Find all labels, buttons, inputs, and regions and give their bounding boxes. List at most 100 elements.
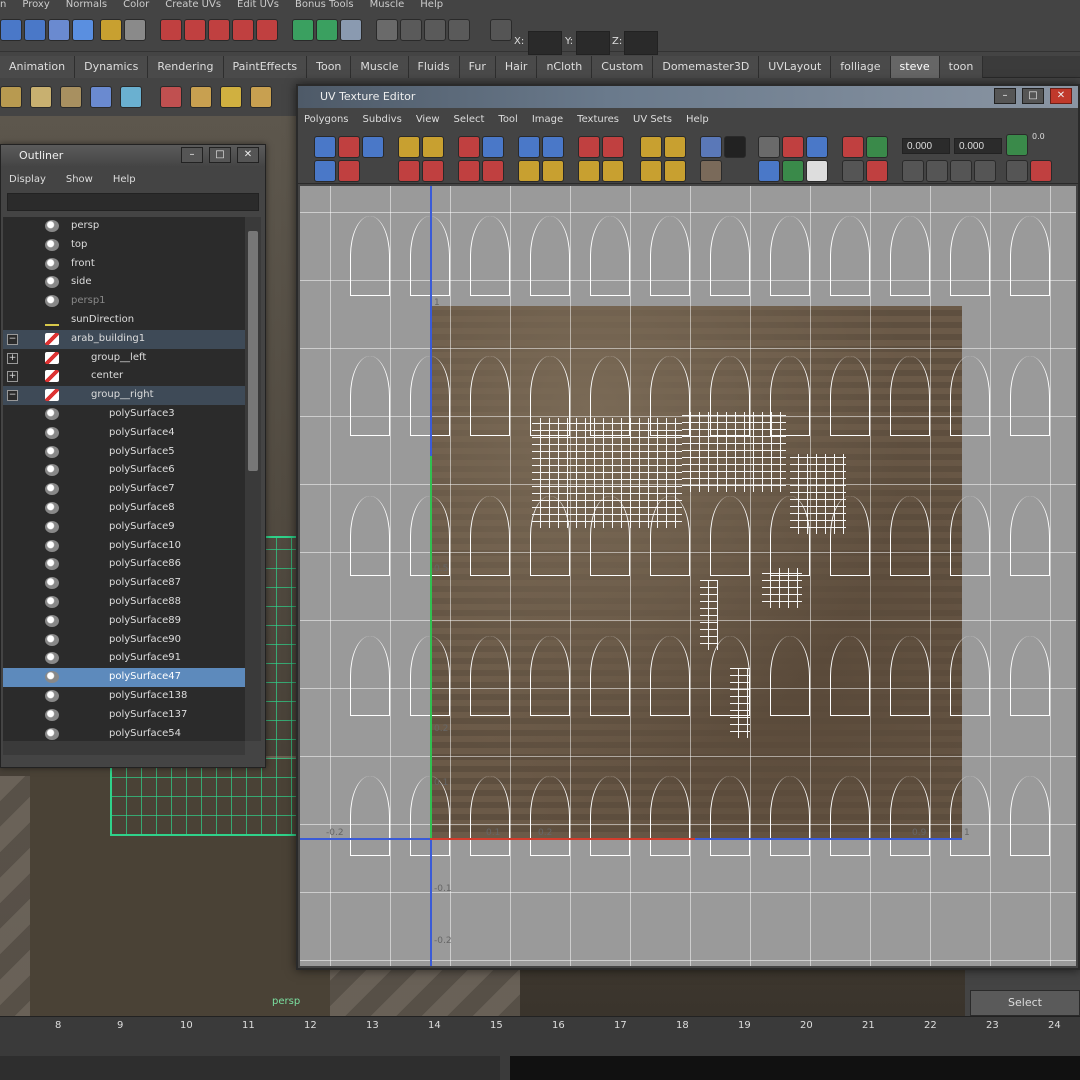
texture-borders-icon[interactable] — [758, 160, 780, 182]
shelf-tool-icon[interactable] — [160, 86, 182, 108]
tab-uvlayout[interactable]: UVLayout — [759, 56, 832, 78]
grid-toggle-icon[interactable] — [758, 136, 780, 158]
outliner-item[interactable]: sunDirection — [3, 311, 245, 330]
minimize-icon[interactable]: – — [994, 88, 1016, 104]
uv-smudge-icon[interactable] — [362, 136, 384, 158]
outliner-item[interactable]: polySurface9 — [3, 518, 245, 537]
outliner-item[interactable]: polySurface137 — [3, 706, 245, 725]
y-field[interactable] — [576, 31, 610, 55]
tab-animation[interactable]: Animation — [0, 56, 76, 78]
outliner-scrollbar[interactable] — [245, 217, 261, 741]
ipr-render-icon[interactable] — [424, 19, 446, 41]
outliner-item[interactable]: − arab_building1 — [3, 329, 245, 349]
outliner-item[interactable]: polySurface7 — [3, 480, 245, 499]
minimize-icon[interactable]: – — [181, 147, 203, 163]
x-field[interactable] — [528, 31, 562, 55]
image-display-icon[interactable] — [700, 136, 722, 158]
uv-move-icon[interactable] — [314, 160, 336, 182]
shelf-tool-icon[interactable] — [250, 86, 272, 108]
menu-help[interactable]: Help — [113, 167, 136, 193]
paste-u-icon[interactable] — [950, 160, 972, 182]
move-sew-icon[interactable] — [458, 160, 480, 182]
tab-muscle[interactable]: Muscle — [351, 56, 409, 78]
image-range-icon[interactable] — [700, 160, 722, 182]
v-value-field[interactable] — [954, 138, 1002, 154]
select-button[interactable]: Select — [970, 990, 1080, 1016]
shelf-tool-icon[interactable] — [0, 86, 22, 108]
align-icon[interactable] — [518, 160, 540, 182]
shelf-tool-icon[interactable] — [220, 86, 242, 108]
tab-folliage[interactable]: folliage — [831, 56, 891, 78]
alpha-channel-icon[interactable] — [806, 160, 828, 182]
outliner-list[interactable]: persp top front side persp1 sunDirection − arab… — [3, 217, 245, 741]
outliner-item[interactable]: polySurface5 — [3, 443, 245, 462]
isolate-add-icon[interactable] — [664, 136, 686, 158]
menu-select[interactable]: Select — [454, 108, 485, 132]
relax-icon[interactable] — [542, 136, 564, 158]
transform-mode-icon[interactable] — [490, 19, 512, 41]
snap-plane-icon[interactable] — [232, 19, 254, 41]
tab-toon-2[interactable]: toon — [939, 56, 984, 78]
menu-item-edit-uvs[interactable]: Edit UVs — [237, 0, 279, 12]
flip-v-icon[interactable] — [422, 136, 444, 158]
input-ops-icon[interactable] — [292, 19, 314, 41]
menu-item-create-uvs[interactable]: Create UVs — [165, 0, 221, 12]
copy-uv-icon[interactable] — [902, 160, 924, 182]
select-by-object-icon[interactable] — [24, 19, 46, 41]
outliner-item[interactable]: top — [3, 236, 245, 255]
uv-rotate-icon[interactable] — [338, 160, 360, 182]
highlight-selection-icon[interactable] — [124, 19, 146, 41]
collapse-icon[interactable]: − — [7, 390, 18, 402]
paste-uv-icon[interactable] — [926, 160, 948, 182]
render-view-icon[interactable] — [376, 19, 398, 41]
z-field[interactable] — [624, 31, 658, 55]
lock-icon[interactable] — [100, 19, 122, 41]
tab-steve[interactable]: steve — [890, 56, 940, 78]
outliner-item[interactable]: polySurface88 — [3, 593, 245, 612]
filter-icon[interactable] — [866, 136, 888, 158]
rgb-channels-icon[interactable] — [782, 160, 804, 182]
cut-uv-icon[interactable] — [458, 136, 480, 158]
remove-uv-icon[interactable] — [1030, 160, 1052, 182]
tab-rendering[interactable]: Rendering — [148, 56, 224, 78]
uv-editor-titlebar[interactable]: UV Texture Editor – □ ✕ — [298, 86, 1078, 108]
menu-item-muscle[interactable]: Muscle — [370, 0, 405, 12]
close-icon[interactable]: ✕ — [237, 147, 259, 163]
outliner-item[interactable]: polySurface4 — [3, 424, 245, 443]
unfold-icon[interactable] — [482, 160, 504, 182]
snap-curve-icon[interactable] — [184, 19, 206, 41]
outliner-item[interactable]: persp — [3, 217, 245, 236]
tab-toon[interactable]: Toon — [307, 56, 352, 78]
shelf-tool-icon[interactable] — [90, 86, 112, 108]
output-ops-icon[interactable] — [316, 19, 338, 41]
uv-lattice-icon[interactable] — [338, 136, 360, 158]
outliner-item[interactable]: persp1 — [3, 292, 245, 311]
outliner-titlebar[interactable]: Outliner – □ ✕ — [1, 145, 265, 167]
menu-help[interactable]: Help — [686, 108, 709, 132]
outliner-item[interactable]: polySurface10 — [3, 537, 245, 556]
uv-select-icon[interactable] — [314, 136, 336, 158]
outliner-filter-field[interactable] — [7, 193, 259, 211]
use-image-ratio-icon[interactable] — [842, 160, 864, 182]
construction-history-icon[interactable] — [340, 19, 362, 41]
outliner-item[interactable]: polySurface90 — [3, 631, 245, 650]
outliner-hscrollbar[interactable] — [3, 741, 245, 755]
shelf-tool-icon[interactable] — [30, 86, 52, 108]
tab-custom[interactable]: Custom — [592, 56, 654, 78]
u-value-field[interactable] — [902, 138, 950, 154]
rotate-cw-icon[interactable] — [422, 160, 444, 182]
menu-subdivs[interactable]: Subdivs — [363, 108, 402, 132]
maximize-icon[interactable]: □ — [209, 147, 231, 163]
menu-item-proxy[interactable]: Proxy — [22, 0, 49, 12]
menu-item-bonus-tools[interactable]: Bonus Tools — [295, 0, 354, 12]
tab-domemaster3d[interactable]: Domemaster3D — [653, 56, 760, 78]
outliner-item[interactable]: polySurface3 — [3, 405, 245, 424]
outliner-item[interactable]: polySurface47 — [3, 668, 245, 687]
outliner-item[interactable]: polySurface6 — [3, 461, 245, 480]
snap-point-icon[interactable] — [208, 19, 230, 41]
grid-uv-icon[interactable] — [602, 160, 624, 182]
menu-show[interactable]: Show — [66, 167, 93, 193]
sew-uv-icon[interactable] — [482, 136, 504, 158]
layout-icon[interactable] — [518, 136, 540, 158]
select-by-component-icon[interactable] — [48, 19, 70, 41]
